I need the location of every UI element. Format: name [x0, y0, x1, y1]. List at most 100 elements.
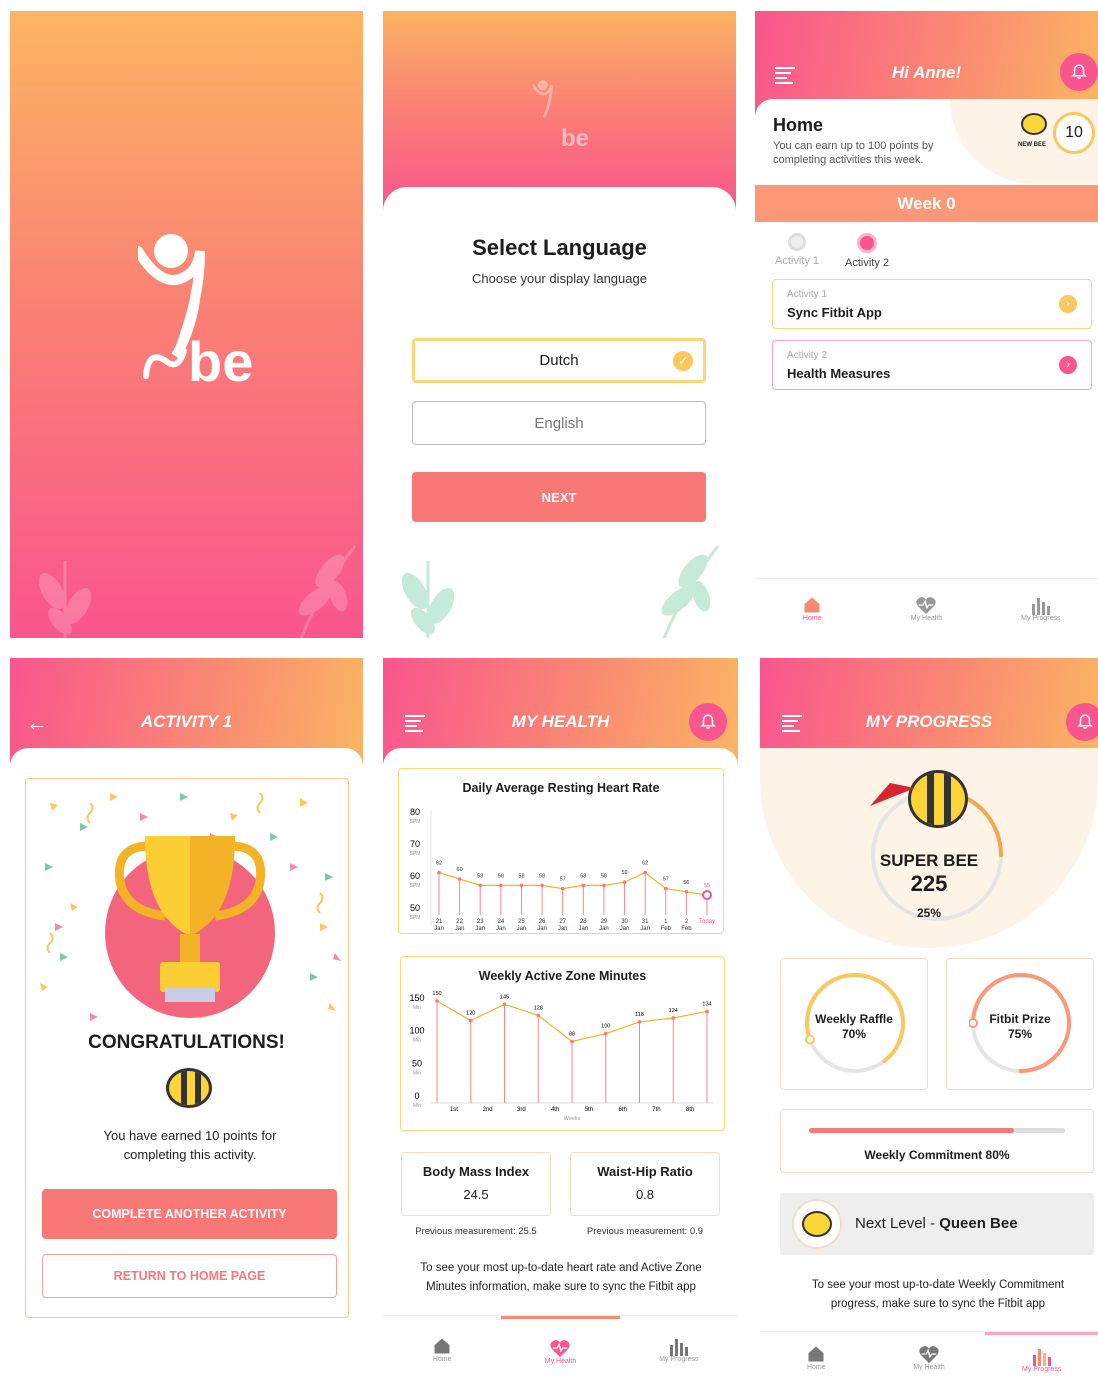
nav-my-progress[interactable]: My Progress — [620, 1316, 738, 1383]
nav-my-health[interactable]: My Health — [873, 1332, 986, 1383]
step-activity-1[interactable]: Activity 1 — [775, 233, 819, 267]
notification-bell-icon[interactable] — [1060, 53, 1098, 91]
x-tick-label: 24 — [498, 919, 505, 925]
logo-wordmark: be — [188, 330, 254, 393]
badge-label: NEW BEE — [1018, 142, 1047, 148]
data-label: 59 — [621, 870, 627, 876]
x-tick-label: 5th — [585, 1107, 593, 1113]
x-tick-label: 3rd — [517, 1107, 526, 1113]
bmi-title: Body Mass Index — [422, 1164, 530, 1179]
step-activity-2[interactable]: Activity 2 — [845, 233, 889, 269]
leaf-decoration-right — [661, 545, 720, 638]
data-point — [468, 1018, 473, 1023]
x-tick-label: 21 — [436, 919, 443, 925]
nav-my-progress[interactable]: My Progress — [985, 1332, 1098, 1383]
card-subtitle: Activity 1 — [787, 289, 828, 300]
x-tick-label: 4th — [551, 1107, 559, 1113]
option-label: English — [534, 414, 584, 432]
return-home-button[interactable]: RETURN TO HOME PAGE — [42, 1254, 337, 1298]
y-tick-unit: BPM — [410, 819, 421, 825]
x-tick-label: 2nd — [483, 1107, 493, 1113]
notification-bell-icon[interactable] — [1066, 703, 1098, 741]
x-tick-label: 29 — [601, 919, 608, 925]
screen-title: MY PROGRESS — [865, 712, 993, 731]
x-tick-month: Jan — [558, 926, 568, 932]
active-zone-chart-card: Weekly Active Zone Minutes 150 Min 100 Min 5… — [400, 956, 725, 1131]
option-label: Dutch — [539, 352, 579, 369]
language-option-dutch[interactable]: Dutch ✓ — [412, 338, 706, 383]
cape-icon — [870, 783, 915, 806]
data-point — [437, 870, 441, 875]
activity-screen: ← ACTIVITY 1 CONGRATULATIONS! You have e… — [10, 658, 363, 1383]
x-tick-month: Jan — [537, 926, 547, 932]
y-tick-unit: BPM — [410, 851, 421, 857]
data-label: 62 — [436, 861, 442, 867]
x-tick-month: Jan — [620, 926, 630, 932]
data-point — [663, 886, 668, 891]
congrats-heading: CONGRATULATIONS! — [88, 1032, 285, 1053]
step-label: Activity 1 — [775, 255, 820, 267]
page-subtitle: Choose your display language — [472, 271, 647, 286]
x-tick-month: Jan — [578, 926, 588, 932]
data-label: 88 — [569, 1032, 575, 1038]
data-point — [705, 1009, 709, 1014]
nav-label: My Progress — [659, 1356, 699, 1363]
data-point — [536, 1013, 541, 1018]
next-level-prefix: Next Level - — [855, 1215, 940, 1232]
nav-my-health[interactable]: My Health — [501, 1316, 620, 1383]
heart-pulse-icon — [550, 1339, 571, 1357]
points-value: 10 — [1065, 124, 1083, 141]
y-tick-unit: Min — [413, 1070, 421, 1076]
nav-my-health[interactable]: My Health — [869, 579, 983, 638]
page-description: You can earn up to 100 points by complet… — [773, 140, 934, 166]
screen-title: ACTIVITY 1 — [140, 712, 233, 731]
card-subtitle: Activity 2 — [787, 350, 828, 361]
x-tick-label: 23 — [477, 919, 484, 925]
data-label: 58 — [498, 873, 504, 879]
data-point — [602, 883, 606, 888]
x-tick-month: Feb — [681, 926, 692, 932]
language-option-english[interactable]: English — [412, 401, 706, 445]
data-label: 60 — [457, 867, 463, 873]
data-label: 120 — [466, 1011, 475, 1017]
chevron-right-icon: › — [1059, 356, 1077, 374]
nav-home[interactable]: Home — [760, 1332, 873, 1383]
step-dot-active — [857, 233, 877, 253]
earned-message: You have earned 10 points for completing… — [103, 1128, 277, 1162]
data-point — [560, 886, 565, 891]
check-icon: ✓ — [673, 351, 693, 371]
activity-card-1[interactable]: Activity 1 Sync Fitbit App › — [772, 279, 1092, 329]
y-tick-unit: Min — [413, 1005, 421, 1011]
nav-home[interactable]: Home — [383, 1316, 501, 1383]
heart-pulse-icon — [916, 597, 937, 615]
data-point — [435, 999, 439, 1003]
data-label: 150 — [432, 991, 441, 997]
data-point — [519, 883, 524, 888]
x-tick-label: 25 — [518, 919, 525, 925]
level-points: 225 — [910, 871, 948, 896]
y-tick-unit: BPM — [410, 915, 421, 921]
x-tick-label: 27 — [559, 919, 566, 925]
card-title: Sync Fitbit App — [787, 305, 882, 320]
y-tick-label: 70 — [410, 839, 420, 849]
leaf-decoration-left — [38, 561, 92, 638]
data-label: 56 — [683, 880, 689, 886]
whr-title: Waist-Hip Ratio — [597, 1164, 693, 1179]
bmi-previous: Previous measurement: 25.5 — [415, 1226, 537, 1237]
raffle-label: Weekly Raffle — [815, 1012, 893, 1026]
next-button[interactable]: NEXT — [412, 472, 706, 522]
activity-card-2[interactable]: Activity 2 Health Measures › — [772, 340, 1092, 390]
nav-my-progress[interactable]: My Progress — [984, 579, 1098, 638]
data-point — [540, 883, 544, 888]
nav-home[interactable]: Home — [755, 579, 869, 638]
nav-label: Home — [802, 615, 822, 622]
y-tick-unit: BPM — [410, 883, 421, 889]
x-tick-month: Jan — [434, 926, 444, 932]
notification-bell-icon[interactable] — [689, 703, 727, 741]
y-tick-unit: Min — [413, 1038, 421, 1044]
complete-another-activity-button[interactable]: COMPLETE ANOTHER ACTIVITY — [42, 1189, 337, 1239]
prize-value: 75% — [1007, 1027, 1033, 1041]
x-tick-label: 1st — [450, 1107, 458, 1113]
splash-screen: be — [10, 11, 363, 638]
nav-label: Home — [806, 1364, 826, 1371]
